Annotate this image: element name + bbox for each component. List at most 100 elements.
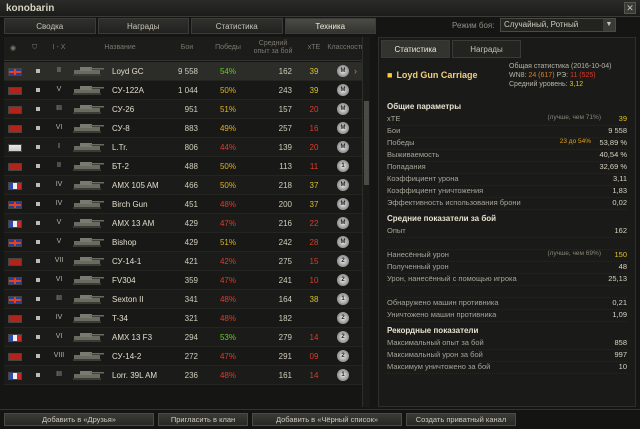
vehicle-row[interactable]: II Loyd GC 9 558 54% 162 39 M › [4, 62, 362, 81]
vehicle-row[interactable]: II БТ-2 488 50% 113 11 1 [4, 157, 362, 176]
vehicle-row[interactable]: V Bishop 429 51% 242 28 M [4, 233, 362, 252]
mastery-badge-icon: 2 [337, 331, 349, 343]
stat-value: 1,09 [612, 310, 627, 319]
create-channel-button[interactable]: Создать приватный канал [406, 413, 516, 426]
mastery-badge-icon: 2 [337, 350, 349, 362]
vehicle-name: Bishop [112, 238, 137, 247]
vehicle-avg-xp: 257 [278, 124, 292, 133]
stat-row: Коэффициент урона 3,11 [387, 174, 627, 186]
col-battles[interactable]: Бои [172, 44, 202, 51]
vehicle-row[interactable]: VII СУ-14-1 421 42% 275 15 2 [4, 252, 362, 271]
vehicle-row[interactable]: III Sexton II 341 48% 164 38 1 [4, 290, 362, 309]
mastery-badge-icon: M [337, 198, 349, 210]
nation-flag-icon [8, 125, 22, 133]
chevron-down-icon[interactable]: ▼ [603, 19, 615, 31]
vehicle-row[interactable]: IV AMX 105 AM 466 50% 218 37 M [4, 176, 362, 195]
stats-section-title: Общие параметры [387, 102, 462, 111]
details-tabs: Статистика Награды [381, 40, 521, 58]
vehicle-wins: 48% [219, 295, 236, 304]
mastery-badge-icon: M [337, 84, 349, 96]
scrollbar-thumb[interactable] [364, 101, 369, 185]
vehicle-name: СУ-8 [112, 124, 130, 133]
tab-vehicles[interactable]: Техника [284, 18, 376, 34]
stat-value: 997 [614, 350, 627, 359]
stat-row: Полученный урон 48 [387, 262, 627, 274]
col-avg-xp[interactable]: Средний опыт за бой [250, 40, 296, 56]
col-tier[interactable]: I - X [50, 44, 68, 51]
stats-section-title: Рекордные показатели [387, 326, 479, 335]
close-icon[interactable]: ✕ [624, 2, 636, 14]
tank-icon [73, 181, 104, 190]
battle-mode-select[interactable]: Случайный, Ротный ▼ [500, 18, 616, 32]
tab-summary[interactable]: Сводка [4, 18, 96, 34]
col-class[interactable]: Классность [326, 44, 366, 51]
vehicle-row[interactable]: IV Birch Gun 451 48% 200 37 M [4, 195, 362, 214]
vehicle-battles: 294 [184, 333, 198, 342]
vehicle-name: БТ-2 [112, 162, 129, 171]
vehicle-row[interactable]: VI СУ-8 883 49% 257 16 M [4, 119, 362, 138]
type-sort-icon[interactable]: ⛉ [32, 44, 37, 52]
vehicle-row[interactable]: VI AMX 13 F3 294 53% 279 14 2 [4, 328, 362, 347]
stat-label: Обнаружено машин противника [387, 298, 499, 307]
vehicle-xte: 39 [309, 67, 319, 76]
col-xte[interactable]: xTE [302, 44, 326, 51]
wn8-value: 24 (617) [528, 72, 555, 79]
vehicle-battles: 236 [184, 371, 198, 380]
vehicle-row[interactable]: V СУ-122А 1 044 50% 243 39 M [4, 81, 362, 100]
stat-label: Максимальный урон за бой [387, 350, 483, 359]
nation-flag-icon [8, 182, 22, 190]
stat-value: 40,54 % [599, 150, 627, 159]
vehicle-type-icon [36, 183, 40, 187]
vehicle-tier: VIII [53, 352, 65, 359]
nation-flag-icon [8, 334, 22, 342]
re-value: 11 (525) [570, 72, 596, 79]
vehicle-xte: 14 [309, 371, 319, 380]
stat-label: Уничтожено машин противника [387, 310, 497, 319]
vehicle-avg-xp: 216 [278, 219, 292, 228]
vehicle-xte: 20 [309, 105, 319, 114]
stat-row: Опыт 162 [387, 226, 627, 238]
tab-details-awards[interactable]: Награды [452, 40, 521, 58]
vehicle-wins: 51% [219, 105, 236, 114]
vehicle-row[interactable]: III Lorr. 39L AM 236 48% 161 14 1 [4, 366, 362, 385]
vehicle-row[interactable]: VIII СУ-14-2 272 47% 291 09 2 [4, 347, 362, 366]
vehicle-type-icon [36, 164, 40, 168]
stat-row: Максимальный опыт за бой 858 [387, 338, 627, 350]
mastery-badge-icon: 2 [337, 255, 349, 267]
tank-icon [73, 67, 104, 76]
stats-section-title: Средние показатели за бой [387, 214, 497, 223]
invite-clan-button[interactable]: Пригласить в клан [158, 413, 248, 426]
vehicle-avg-xp: 161 [278, 371, 292, 380]
col-name[interactable]: Название [100, 44, 140, 51]
vehicle-row[interactable]: IV T-34 321 48% 182 2 [4, 309, 362, 328]
add-friend-button[interactable]: Добавить в «Друзья» [4, 413, 154, 426]
stat-label: Победы [387, 138, 415, 147]
vehicle-tier: VI [55, 124, 63, 131]
tab-statistics[interactable]: Статистика [191, 18, 283, 34]
tank-icon [73, 333, 104, 342]
battle-mode-label: Режим боя: [452, 21, 495, 30]
vehicle-row[interactable]: VI FV304 359 47% 241 10 2 [4, 271, 362, 290]
add-blacklist-button[interactable]: Добавить в «Чёрный список» [252, 413, 402, 426]
vehicle-battles: 1 044 [177, 86, 198, 95]
vehicle-row[interactable]: V AMX 13 AM 429 47% 216 22 M [4, 214, 362, 233]
nation-sort-icon[interactable]: ◉ [10, 44, 16, 52]
bullet-icon: ■ [387, 70, 393, 80]
vehicle-wins: 49% [219, 124, 236, 133]
vehicle-xte: 37 [309, 181, 319, 190]
vehicle-avg-xp: 164 [278, 295, 292, 304]
col-wins[interactable]: Победы [212, 44, 244, 51]
vehicle-battles: 883 [184, 124, 198, 133]
tab-details-statistics[interactable]: Статистика [381, 40, 450, 58]
stat-label: Коэффициент урона [387, 174, 459, 183]
vehicle-row[interactable]: III СУ-26 951 51% 157 20 M [4, 100, 362, 119]
scrollbar[interactable] [362, 37, 370, 407]
re-label: РЭ: [554, 72, 571, 79]
stat-row: Попадания 32,69 % [387, 162, 627, 174]
vehicle-avg-xp: 113 [279, 162, 292, 171]
vehicle-wins: 47% [219, 352, 236, 361]
tab-awards[interactable]: Награды [97, 18, 189, 34]
vehicle-row[interactable]: I L.Tr. 806 44% 139 20 M [4, 138, 362, 157]
vehicle-battles: 806 [184, 143, 198, 152]
vehicle-tier: VI [55, 276, 63, 283]
